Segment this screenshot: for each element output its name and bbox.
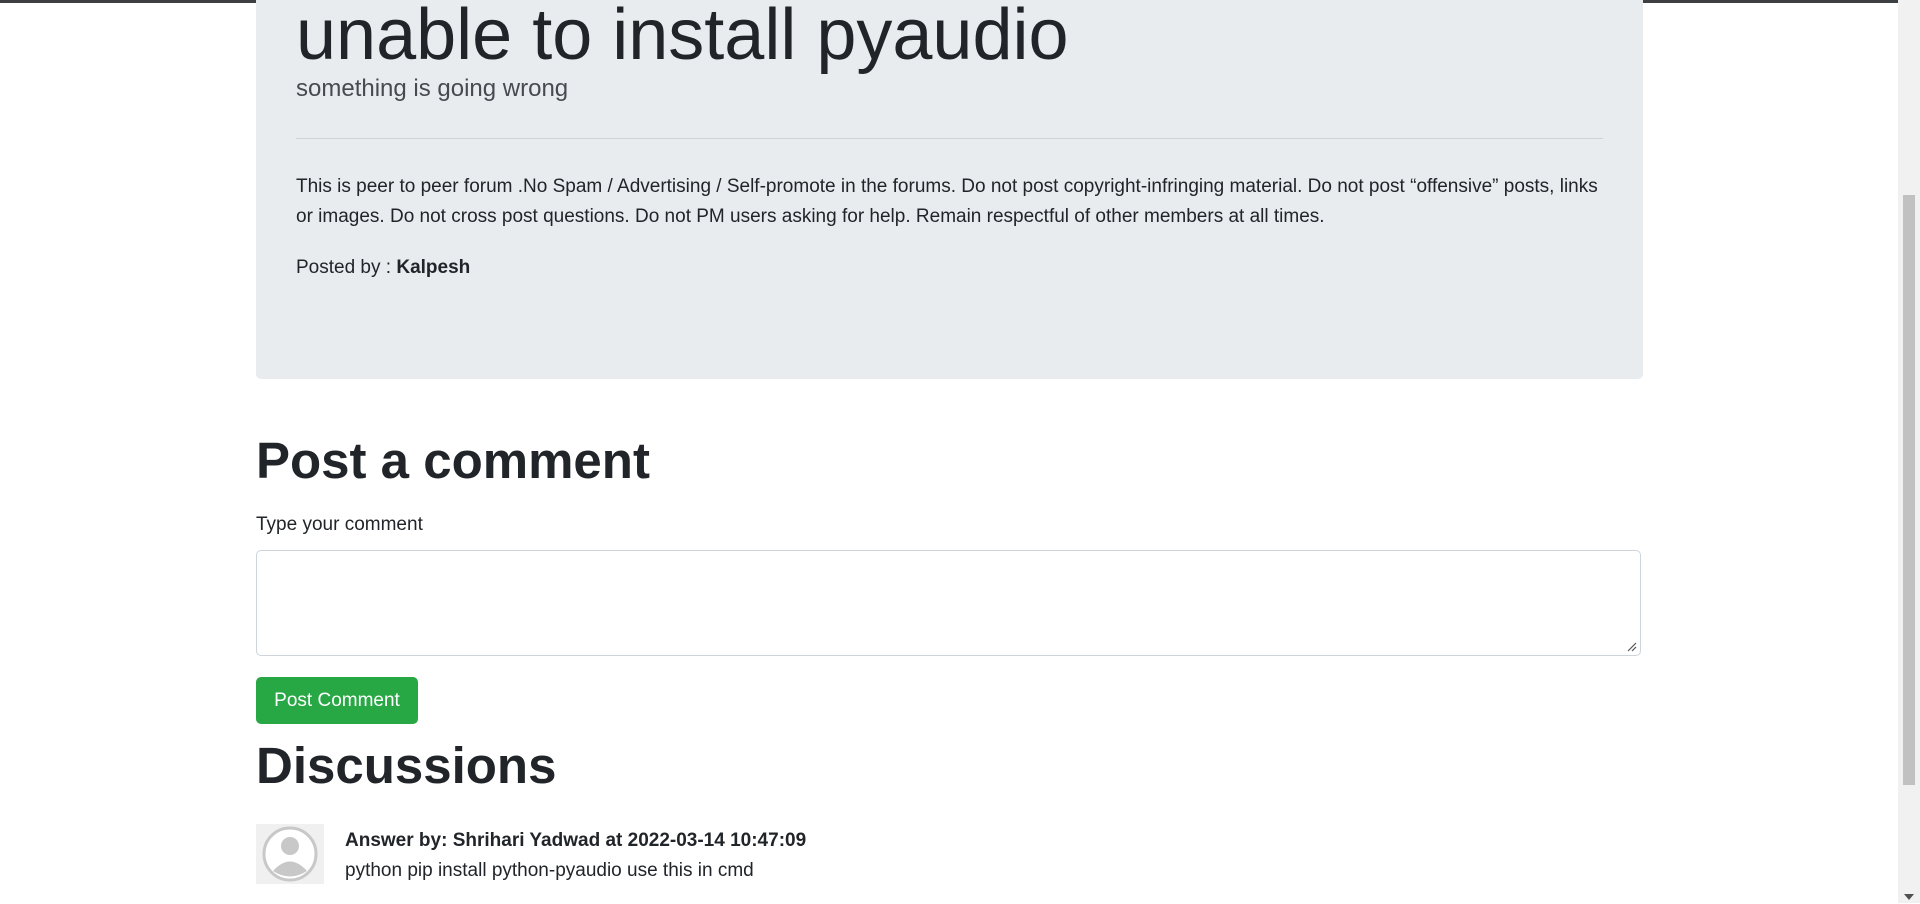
resize-handle-icon[interactable] [1627,642,1637,652]
question-title: unable to install pyaudio [296,0,1069,75]
question-subtitle: something is going wrong [296,75,569,102]
answer-item: Answer by: Shrihari Yadwad at 2022-03-14… [256,824,1643,904]
post-comment-button[interactable]: Post Comment [256,677,418,724]
forum-rules-text: This is peer to peer forum .No Spam / Ad… [296,176,1598,227]
posted-by: Posted by : Kalpesh [296,253,470,283]
answer-body: python pip install python-pyaudio use th… [345,860,754,881]
jumbotron-divider [296,138,1603,139]
vertical-scrollbar[interactable] [1898,0,1920,903]
answer-author-line: Answer by: Shrihari Yadwad at 2022-03-14… [345,830,807,851]
question-jumbotron: unable to install pyaudio something is g… [256,0,1643,379]
post-comment-heading: Post a comment [256,432,650,489]
comment-label: Type your comment [256,514,423,535]
discussions-heading: Discussions [256,737,557,794]
scrollbar-thumb[interactable] [1903,195,1915,785]
comment-textarea[interactable] [256,550,1641,656]
default-user-avatar-icon [256,824,324,884]
posted-by-label: Posted by : [296,257,397,278]
posted-by-author: Kalpesh [396,257,471,278]
scroll-down-arrow-icon[interactable] [1904,894,1914,900]
